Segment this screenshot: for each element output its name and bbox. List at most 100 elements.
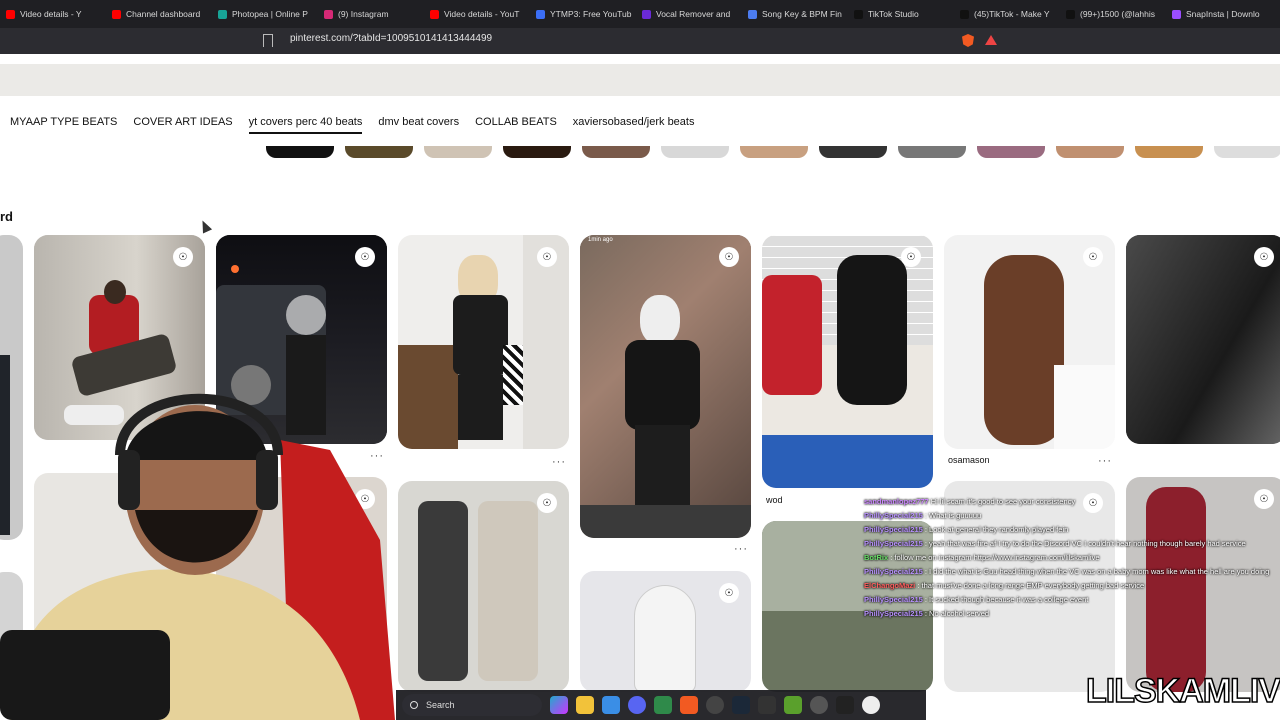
chat-text: : What is guuuuu [924, 511, 982, 520]
board-tab[interactable]: xaviersobased/jerk beats [573, 116, 695, 134]
chat-message: PhillySpecial215 : No alcohol served [864, 607, 1280, 621]
chat-text: : I did the what is Guu head thing when … [924, 567, 1270, 576]
brave-rewards-icon[interactable] [985, 35, 997, 45]
chat-username: PhillySpecial215 [864, 525, 923, 534]
pin-save-icon[interactable]: ☉ [901, 247, 921, 267]
pin-caption: wod [766, 495, 783, 505]
chat-username: PhillySpecial215 [864, 539, 923, 548]
bookmark-icon[interactable] [263, 34, 273, 47]
pin-caption: osamason [948, 455, 990, 465]
pin-card[interactable]: ☉ [398, 235, 569, 449]
search-icon [410, 701, 418, 709]
copilot-icon[interactable] [550, 696, 568, 714]
chat-text: : It sucked though because it was a coll… [924, 595, 1089, 604]
board-tabs: MYAAP TYPE BEATS COVER ART IDEAS yt covers… [10, 116, 694, 134]
browser-tab[interactable]: Vocal Remover and [636, 0, 742, 28]
chat-username: PhillySpecial215 [864, 609, 923, 618]
chat-message: BotRix : follow me on instagram https://… [864, 551, 1280, 565]
browser-tab[interactable]: YTMP3: Free YouTub [530, 0, 636, 28]
tab-favicon-icon [218, 9, 227, 19]
stream-watermark: LILSKAMLIVE [1085, 671, 1280, 711]
tab-label: Video details - Y [20, 9, 82, 19]
tab-favicon-icon [854, 9, 863, 19]
browser-tab[interactable]: Video details - Y [0, 0, 106, 28]
pin-save-icon[interactable]: ☉ [719, 583, 739, 603]
browser-tab[interactable]: Video details - YouT [424, 0, 530, 28]
chat-text: Hi lil scam it's good to see your consis… [930, 497, 1076, 506]
pin-save-icon[interactable]: ☉ [1254, 247, 1274, 267]
app-icon[interactable] [784, 696, 802, 714]
browser-tab[interactable]: (99+)1500 (@lahhis [1060, 0, 1166, 28]
board-tab[interactable]: dmv beat covers [378, 116, 459, 134]
board-tab[interactable]: COVER ART IDEAS [133, 116, 232, 134]
pin-save-icon[interactable]: ☉ [537, 493, 557, 513]
board-tab[interactable]: COLLAB BEATS [475, 116, 557, 134]
pinterest-header [0, 64, 1280, 96]
tab-label: (45)TikTok - Make Y [974, 9, 1050, 19]
tab-label: Channel dashboard [126, 9, 201, 19]
browser-tab[interactable]: (9) Instagram [318, 0, 424, 28]
pin-card[interactable]: ☉ [944, 235, 1115, 449]
tab-favicon-icon [112, 9, 121, 19]
brave-shield-icon[interactable] [962, 34, 974, 47]
chat-text: : yeah that was fire af I try to do the … [924, 539, 1246, 548]
pin-save-icon[interactable]: ☉ [355, 247, 375, 267]
chat-message: PhillySpecial215 : It sucked though beca… [864, 593, 1280, 607]
pin-card[interactable]: ☉ [762, 235, 933, 488]
chat-username: BotRix [864, 553, 889, 562]
app-icon[interactable] [836, 696, 854, 714]
taskbar-search[interactable]: Search [402, 694, 542, 716]
chat-message: ElChangoMazi : that must've done a long … [864, 579, 1280, 593]
app-icon[interactable] [758, 696, 776, 714]
address-bar: pinterest.com/?tabId=1009510141413444499 [0, 28, 1280, 54]
steam-icon[interactable] [732, 696, 750, 714]
brave-icon[interactable] [680, 696, 698, 714]
tab-label: Song Key & BPM Fin [762, 9, 842, 19]
pin-save-icon[interactable]: ☉ [719, 247, 739, 267]
browser-tab-strip: Video details - Y Channel dashboard Photop… [0, 0, 1280, 28]
tab-favicon-icon [6, 9, 15, 19]
tab-label: Photopea | Online P [232, 9, 308, 19]
browser-tab[interactable]: Channel dashboard [106, 0, 212, 28]
tab-favicon-icon [1172, 9, 1181, 19]
browser-tab[interactable]: TikTok Studio [848, 0, 954, 28]
section-title: rd [0, 209, 13, 224]
pin-card[interactable]: ☉ [1126, 235, 1280, 444]
board-tab[interactable]: yt covers perc 40 beats [248, 116, 363, 134]
tab-favicon-icon [748, 9, 757, 19]
chat-text: : follow me on instagram https://www.ins… [890, 553, 1100, 562]
chat-message: PhillySpecial215 : What is guuuuu [864, 509, 1280, 523]
mouse-cursor [197, 218, 213, 234]
pin-save-icon[interactable]: ☉ [1083, 247, 1103, 267]
browser-tab[interactable]: Song Key & BPM Fin [742, 0, 848, 28]
tab-favicon-icon [324, 9, 333, 19]
board-preview-strip [266, 146, 1280, 158]
media-player-icon[interactable] [862, 696, 880, 714]
tab-label: Vocal Remover and [656, 9, 731, 19]
board-tab[interactable]: MYAAP TYPE BEATS [10, 116, 117, 134]
app-icon[interactable] [810, 696, 828, 714]
browser-tab[interactable]: (45)TikTok - Make Y [954, 0, 1060, 28]
windows-taskbar: Search [396, 690, 926, 720]
stream-chat-overlay: sandmanlopez777 Hi lil scam it's good to… [864, 495, 1280, 621]
pin-more-icon[interactable]: ··· [552, 456, 566, 468]
pin-save-icon[interactable]: ☉ [173, 247, 193, 267]
pin-save-icon[interactable]: ☉ [537, 247, 557, 267]
pin-card[interactable]: 1min ago ☉ [580, 235, 751, 538]
pin-card[interactable]: ☉ [580, 571, 751, 692]
url-field[interactable]: pinterest.com/?tabId=1009510141413444499 [290, 33, 492, 44]
pin-more-icon[interactable]: ··· [1098, 455, 1112, 467]
pin-more-icon[interactable]: ··· [734, 543, 748, 555]
tab-favicon-icon [430, 9, 439, 19]
browser-tab[interactable]: Photopea | Online P [212, 0, 318, 28]
chat-username: PhillySpecial215 [864, 595, 923, 604]
tab-label: YTMP3: Free YouTub [550, 9, 632, 19]
discord-icon[interactable] [628, 696, 646, 714]
store-icon[interactable] [602, 696, 620, 714]
pin-card[interactable]: ☉ [398, 481, 569, 692]
browser-tab[interactable]: SnapInsta | Downlo [1166, 0, 1272, 28]
chat-message: sandmanlopez777 Hi lil scam it's good to… [864, 495, 1280, 509]
app-icon[interactable] [654, 696, 672, 714]
obs-icon[interactable] [706, 696, 724, 714]
file-explorer-icon[interactable] [576, 696, 594, 714]
